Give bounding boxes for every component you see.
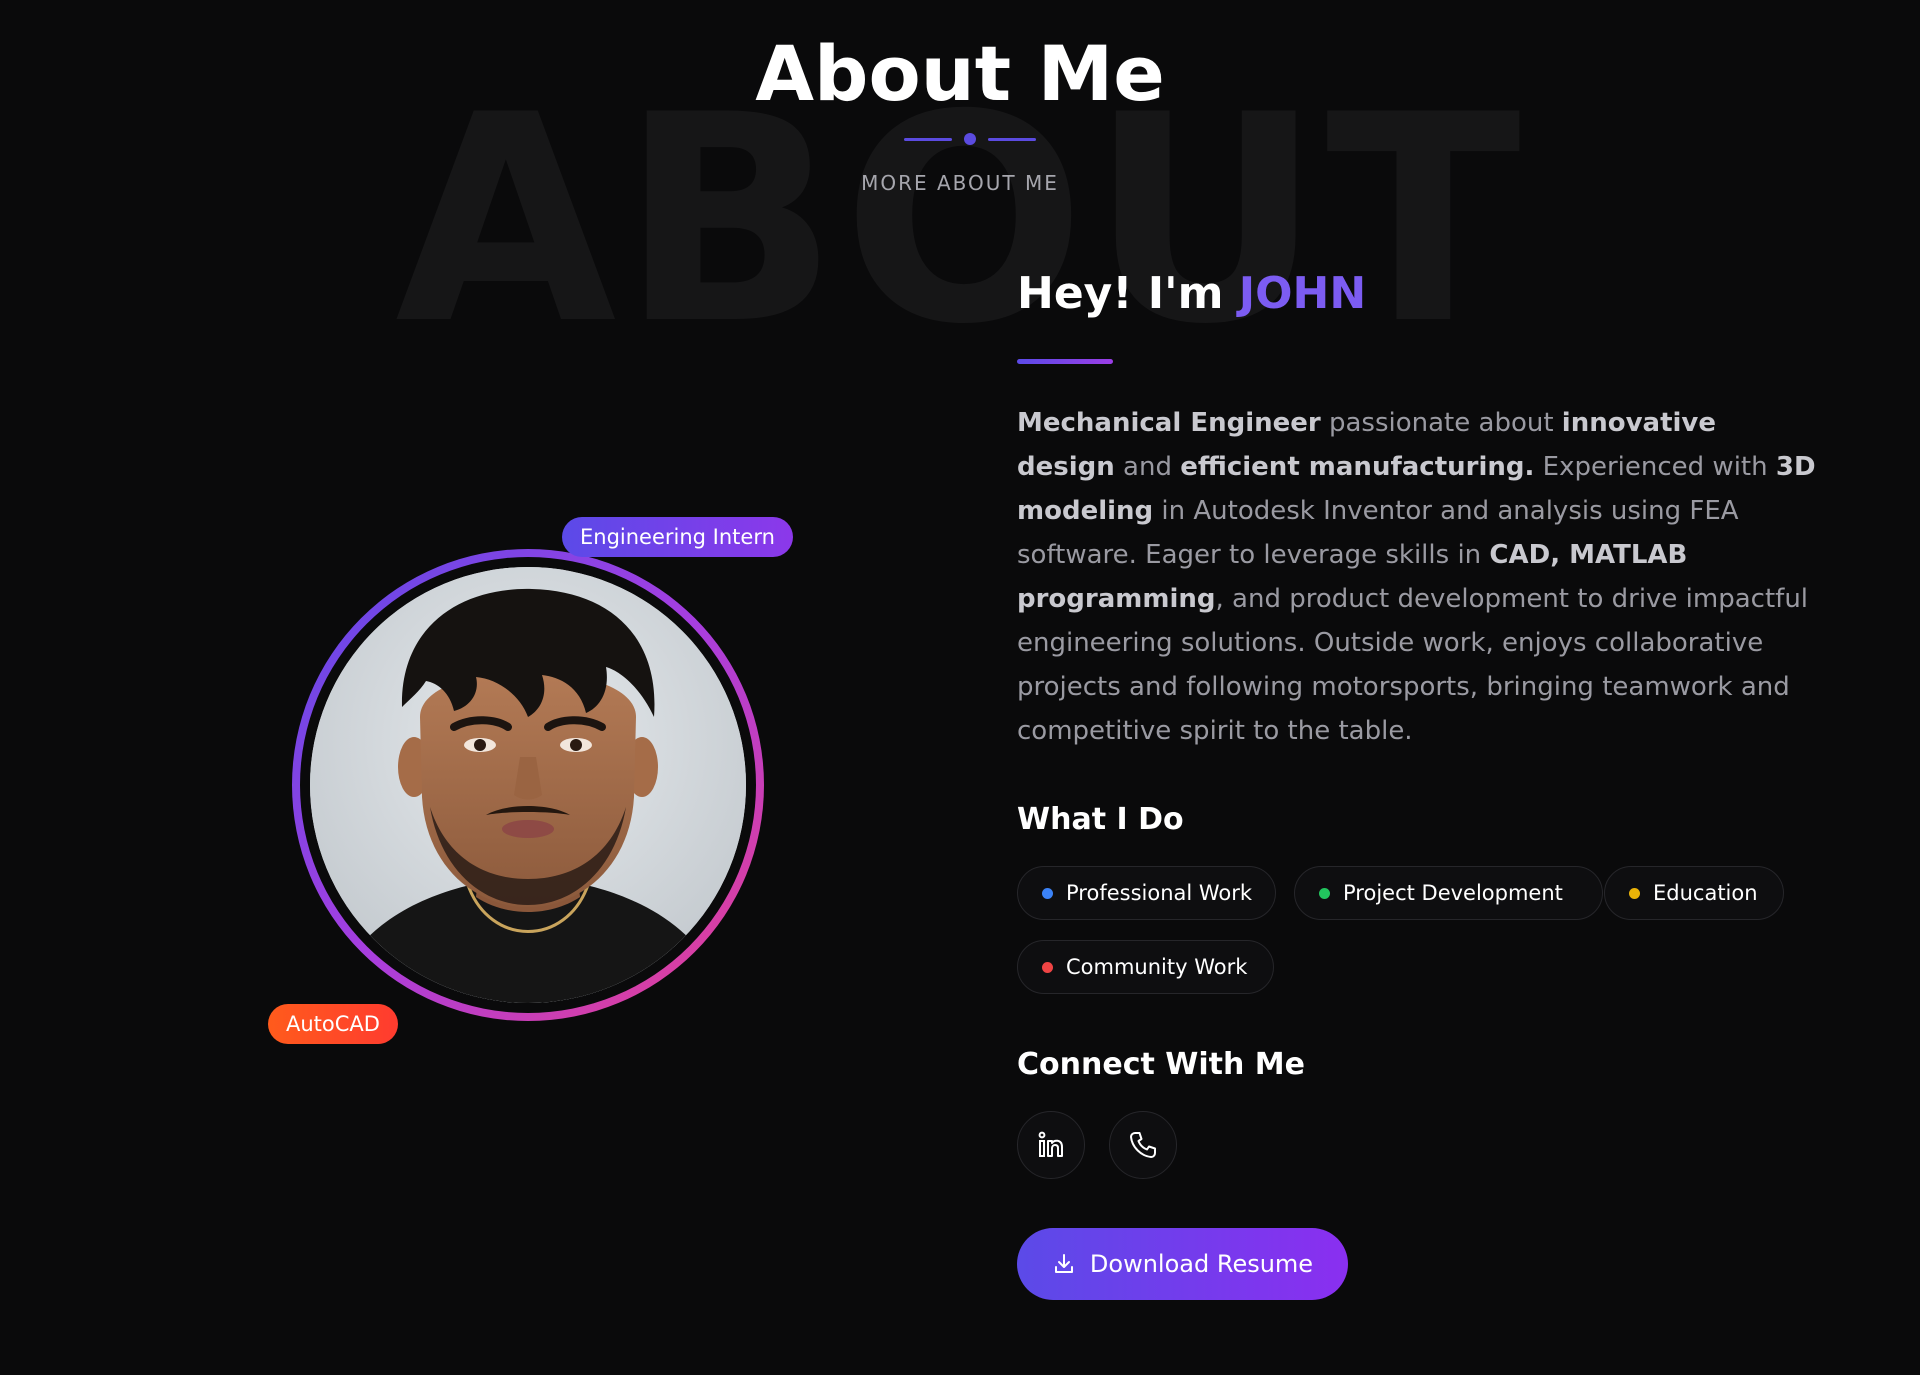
tag-label: Education [1653, 881, 1758, 905]
what-i-do-heading: What I Do [1017, 802, 1184, 837]
download-resume-button[interactable]: Download Resume [1017, 1228, 1348, 1300]
background-watermark: ABOUT [395, 55, 1525, 387]
tag-label: Community Work [1066, 955, 1248, 979]
avatar [310, 567, 746, 1003]
bio-text: passionate about [1320, 408, 1562, 438]
status-dot [1629, 888, 1640, 899]
status-dot [1042, 888, 1053, 899]
about-section: ABOUT About Me MORE ABOUT ME Engineering… [0, 0, 1920, 1375]
greeting-text: Hey! I'm [1017, 268, 1224, 319]
status-dot [1042, 962, 1053, 973]
download-icon [1054, 1254, 1073, 1273]
person-portrait-photo [310, 567, 746, 1003]
autocad-badge: AutoCAD [268, 1004, 398, 1044]
intro-heading: Hey! I'm JOHN [1017, 268, 1366, 321]
page-title: About Me [755, 29, 1165, 118]
section-subtitle: MORE ABOUT ME [861, 171, 1059, 195]
tag-education[interactable]: Education [1604, 866, 1784, 920]
bio-highlight: efficient manufacturing. [1180, 452, 1535, 482]
bio-paragraph: Mechanical Engineer passionate about inn… [1017, 401, 1817, 753]
intro-name: JOHN [1238, 268, 1367, 319]
linkedin-button[interactable] [1017, 1111, 1085, 1179]
title-divider [904, 133, 1036, 145]
tag-label: Project Development [1343, 881, 1563, 905]
linkedin-icon [1038, 1131, 1063, 1157]
tag-label: Professional Work [1066, 881, 1253, 905]
intro-underline [1017, 359, 1113, 364]
engineering-intern-badge: Engineering Intern [562, 517, 793, 557]
tag-professional-work[interactable]: Professional Work [1017, 866, 1276, 920]
tag-community-work[interactable]: Community Work [1017, 940, 1274, 994]
tag-project-development[interactable]: Project Development [1294, 866, 1603, 920]
download-resume-label: Download Resume [1089, 1250, 1314, 1278]
phone-button[interactable] [1109, 1111, 1177, 1179]
connect-heading: Connect With Me [1017, 1047, 1305, 1082]
phone-icon [1130, 1132, 1156, 1158]
bio-text: Experienced with [1534, 452, 1776, 482]
avatar-ring [292, 549, 764, 1021]
status-dot [1319, 888, 1330, 899]
bio-highlight: Mechanical Engineer [1017, 408, 1321, 438]
bio-text: and [1114, 452, 1181, 482]
